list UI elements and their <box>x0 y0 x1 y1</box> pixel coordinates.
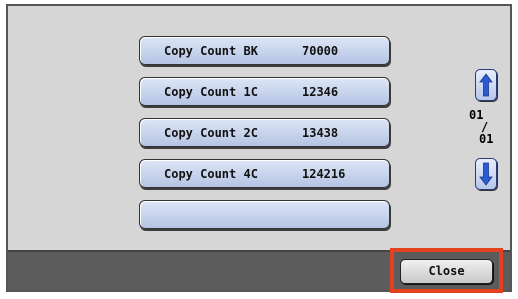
copy-count-label: Copy Count BK <box>164 44 258 58</box>
copy-count-label: Copy Count 4C <box>164 167 258 181</box>
copy-count-2c-button[interactable]: Copy Count 2C 13438 <box>139 118 390 147</box>
copy-count-value: 13438 <box>302 126 339 140</box>
copy-count-label: Copy Count 2C <box>164 126 258 140</box>
copy-count-bk-button[interactable]: Copy Count BK 70000 <box>139 36 390 65</box>
copy-count-screen: Copy Count BK 70000 Copy Count 1C 12346 … <box>0 0 518 299</box>
copy-count-value: 124216 <box>302 167 346 181</box>
copy-count-4c-button[interactable]: Copy Count 4C 124216 <box>139 159 390 188</box>
empty-list-button[interactable] <box>139 200 390 229</box>
pager: 01 / 01 <box>455 69 511 199</box>
up-arrow-icon <box>479 73 493 97</box>
page-total: 01 <box>479 132 494 146</box>
close-button[interactable]: Close <box>400 259 493 284</box>
copy-count-value: 70000 <box>302 44 339 58</box>
scroll-up-button[interactable] <box>475 69 497 101</box>
scroll-down-button[interactable] <box>475 158 497 190</box>
copy-count-label: Copy Count 1C <box>164 85 258 99</box>
down-arrow-icon <box>479 162 493 186</box>
copy-count-list: Copy Count BK 70000 Copy Count 1C 12346 … <box>8 6 510 250</box>
close-button-highlight: Close <box>390 248 503 293</box>
copy-count-1c-button[interactable]: Copy Count 1C 12346 <box>139 77 390 106</box>
copy-count-value: 12346 <box>302 85 339 99</box>
